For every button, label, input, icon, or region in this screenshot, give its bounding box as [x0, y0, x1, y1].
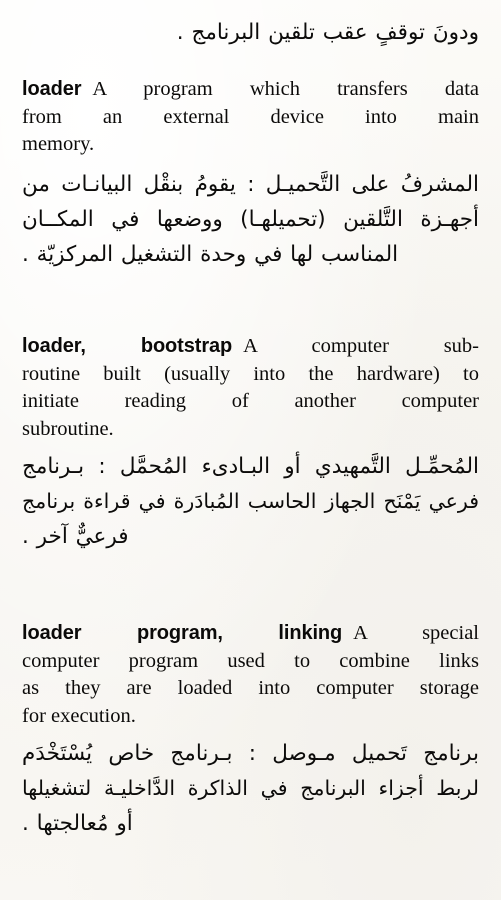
- entry-loader-bootstrap-arabic-line-2: فرعي يَمْنَح الجهاز الحاسب المُبادَرة في…: [22, 489, 479, 513]
- entry-loader-bootstrap-arabic: المُحمِّـل التَّمهيدي أو البـادىء المُحم…: [22, 449, 479, 554]
- entry-loader-program-linking-english-line-4: for execution.: [22, 704, 136, 727]
- entry-loader-program-linking-english-line-3: as they are loaded into computer storage: [22, 677, 479, 699]
- entry-loader-bootstrap-english-line-2: routine built (usually into the hardware…: [22, 362, 479, 385]
- entry-loader-arabic: المشرفُ على التَّحميـل : يقومُ بنقْل الب…: [22, 167, 479, 272]
- entry-loader-program-linking-arabic-line-2: لربط أجزاء البرنامج في الذاكرة الدَّاخلي…: [22, 776, 479, 800]
- entry-loader-bootstrap-english-line-4: subroutine.: [22, 417, 114, 440]
- entry-loader-program-linking-headword: loader program, linking: [22, 622, 343, 644]
- entry-loader-arabic-line-2: أجهـزة التَّلقين (تحميلهـا) ووضعها في ال…: [22, 206, 479, 232]
- entry-loader-bootstrap-english: loader, bootstrap A computer sub- routine…: [22, 333, 479, 443]
- entry-loader-program-linking-english-l1: A special: [353, 622, 479, 644]
- entry-loader-bootstrap: loader, bootstrap A computer sub- routine…: [22, 333, 479, 554]
- entry-loader-english-line-2: from an external device into main: [22, 105, 479, 128]
- entry-loader-program-linking: loader program, linking A special compute…: [22, 620, 479, 841]
- entry-loader-english-line-3: memory.: [22, 133, 95, 155]
- entry-loader-bootstrap-english-l1: A computer sub-: [243, 335, 479, 357]
- entry-loader-english-l1: A program which transfers data: [92, 78, 479, 100]
- entry-loader-english-line-1: loader A program which transfers data: [22, 76, 479, 104]
- entry-loader-program-linking-english: loader program, linking A special compute…: [22, 620, 479, 730]
- entry-loader-english: loader A program which transfers data fro…: [22, 76, 479, 159]
- entry-loader-program-linking-arabic-line-3: أو مُعالجتها .: [22, 811, 133, 836]
- entry-loader-arabic-line-1: المشرفُ على التَّحميـل : يقومُ بنقْل الب…: [22, 171, 479, 197]
- entry-loader-arabic-line-3: المناسب لها في وحدة التشغيل المركزيّة .: [22, 241, 399, 267]
- continuation-arabic-line: ودونَ توقفٍ عقب تلقين البرنامج .: [22, 16, 479, 50]
- page-column: ودونَ توقفٍ عقب تلقين البرنامج . loader A…: [22, 0, 479, 900]
- entry-loader-bootstrap-arabic-line-1: المُحمِّـل التَّمهيدي أو البـادىء المُحم…: [22, 454, 479, 479]
- entry-loader-program-linking-arabic: برنامج تَحميل مـوصل : بـرنامج خاص يُسْتَ…: [22, 736, 479, 841]
- entry-loader-headword: loader: [22, 78, 82, 100]
- entry-loader-bootstrap-english-line-1: loader, bootstrap A computer sub-: [22, 333, 479, 361]
- entry-loader: loader A program which transfers data fro…: [22, 76, 479, 272]
- continuation-arabic-text: ودونَ توقفٍ عقب تلقين البرنامج .: [176, 20, 479, 45]
- entry-loader-bootstrap-arabic-line-3: فرعيٌّ آخر .: [22, 524, 129, 549]
- dictionary-page: ودونَ توقفٍ عقب تلقين البرنامج . loader A…: [0, 0, 501, 900]
- entry-loader-bootstrap-english-line-3: initiate reading of another computer: [22, 390, 479, 412]
- entry-loader-program-linking-english-line-1: loader program, linking A special: [22, 620, 479, 648]
- entry-loader-program-linking-english-line-2: computer program used to combine links: [22, 649, 479, 672]
- entry-loader-bootstrap-headword: loader, bootstrap: [22, 335, 233, 357]
- entry-loader-program-linking-arabic-line-1: برنامج تَحميل مـوصل : بـرنامج خاص يُسْتَ…: [22, 741, 479, 766]
